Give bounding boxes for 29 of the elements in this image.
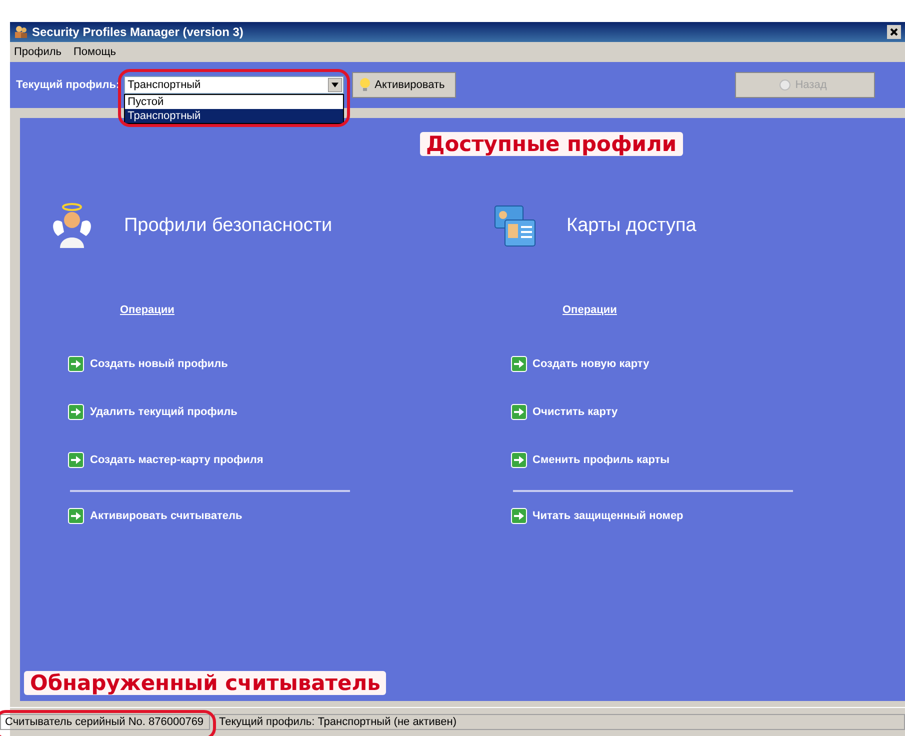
- reader-serial-status: Считыватель серийный No. 876000769: [0, 714, 210, 730]
- profile-dropdown[interactable]: Транспортный: [124, 76, 344, 94]
- operation-link[interactable]: Создать новую карту: [532, 358, 650, 370]
- annotation-text: Доступные профили: [420, 132, 683, 156]
- operation-link[interactable]: Создать мастер-карту профиля: [90, 454, 264, 466]
- section-title: Профили безопасности: [124, 215, 332, 237]
- angel-icon: [50, 202, 94, 250]
- operation-link[interactable]: Очистить карту: [532, 406, 618, 418]
- people-icon: [14, 25, 28, 39]
- operation-link[interactable]: Сменить профиль карты: [532, 454, 670, 466]
- dropdown-option[interactable]: Транспортный: [124, 109, 343, 123]
- annotation-text: Обнаруженный считыватель: [24, 671, 386, 695]
- activate-button[interactable]: Активировать: [352, 72, 456, 98]
- operations-link[interactable]: Операции: [120, 304, 462, 316]
- current-profile-label: Текущий профиль:: [16, 79, 120, 91]
- profile-status: Текущий профиль: Транспортный (не активен): [214, 714, 905, 730]
- menu-item[interactable]: Профиль: [14, 46, 62, 58]
- section-title: Карты доступа: [566, 215, 696, 237]
- menu-item[interactable]: Помощь: [74, 46, 116, 58]
- operation-link[interactable]: Активировать считыватель: [90, 510, 242, 522]
- operation-link[interactable]: Создать новый профиль: [90, 358, 228, 370]
- dropdown-option[interactable]: Пустой: [124, 95, 343, 109]
- operation-link[interactable]: Удалить текущий профиль: [90, 406, 238, 418]
- lightbulb-icon: [358, 78, 371, 92]
- window-title: Security Profiles Manager (version 3): [32, 25, 244, 39]
- close-icon[interactable]: [887, 25, 901, 39]
- operations-link[interactable]: Операции: [562, 304, 905, 316]
- dropdown-arrow-icon[interactable]: [328, 78, 342, 92]
- operation-link[interactable]: Читать защищенный номер: [532, 510, 684, 522]
